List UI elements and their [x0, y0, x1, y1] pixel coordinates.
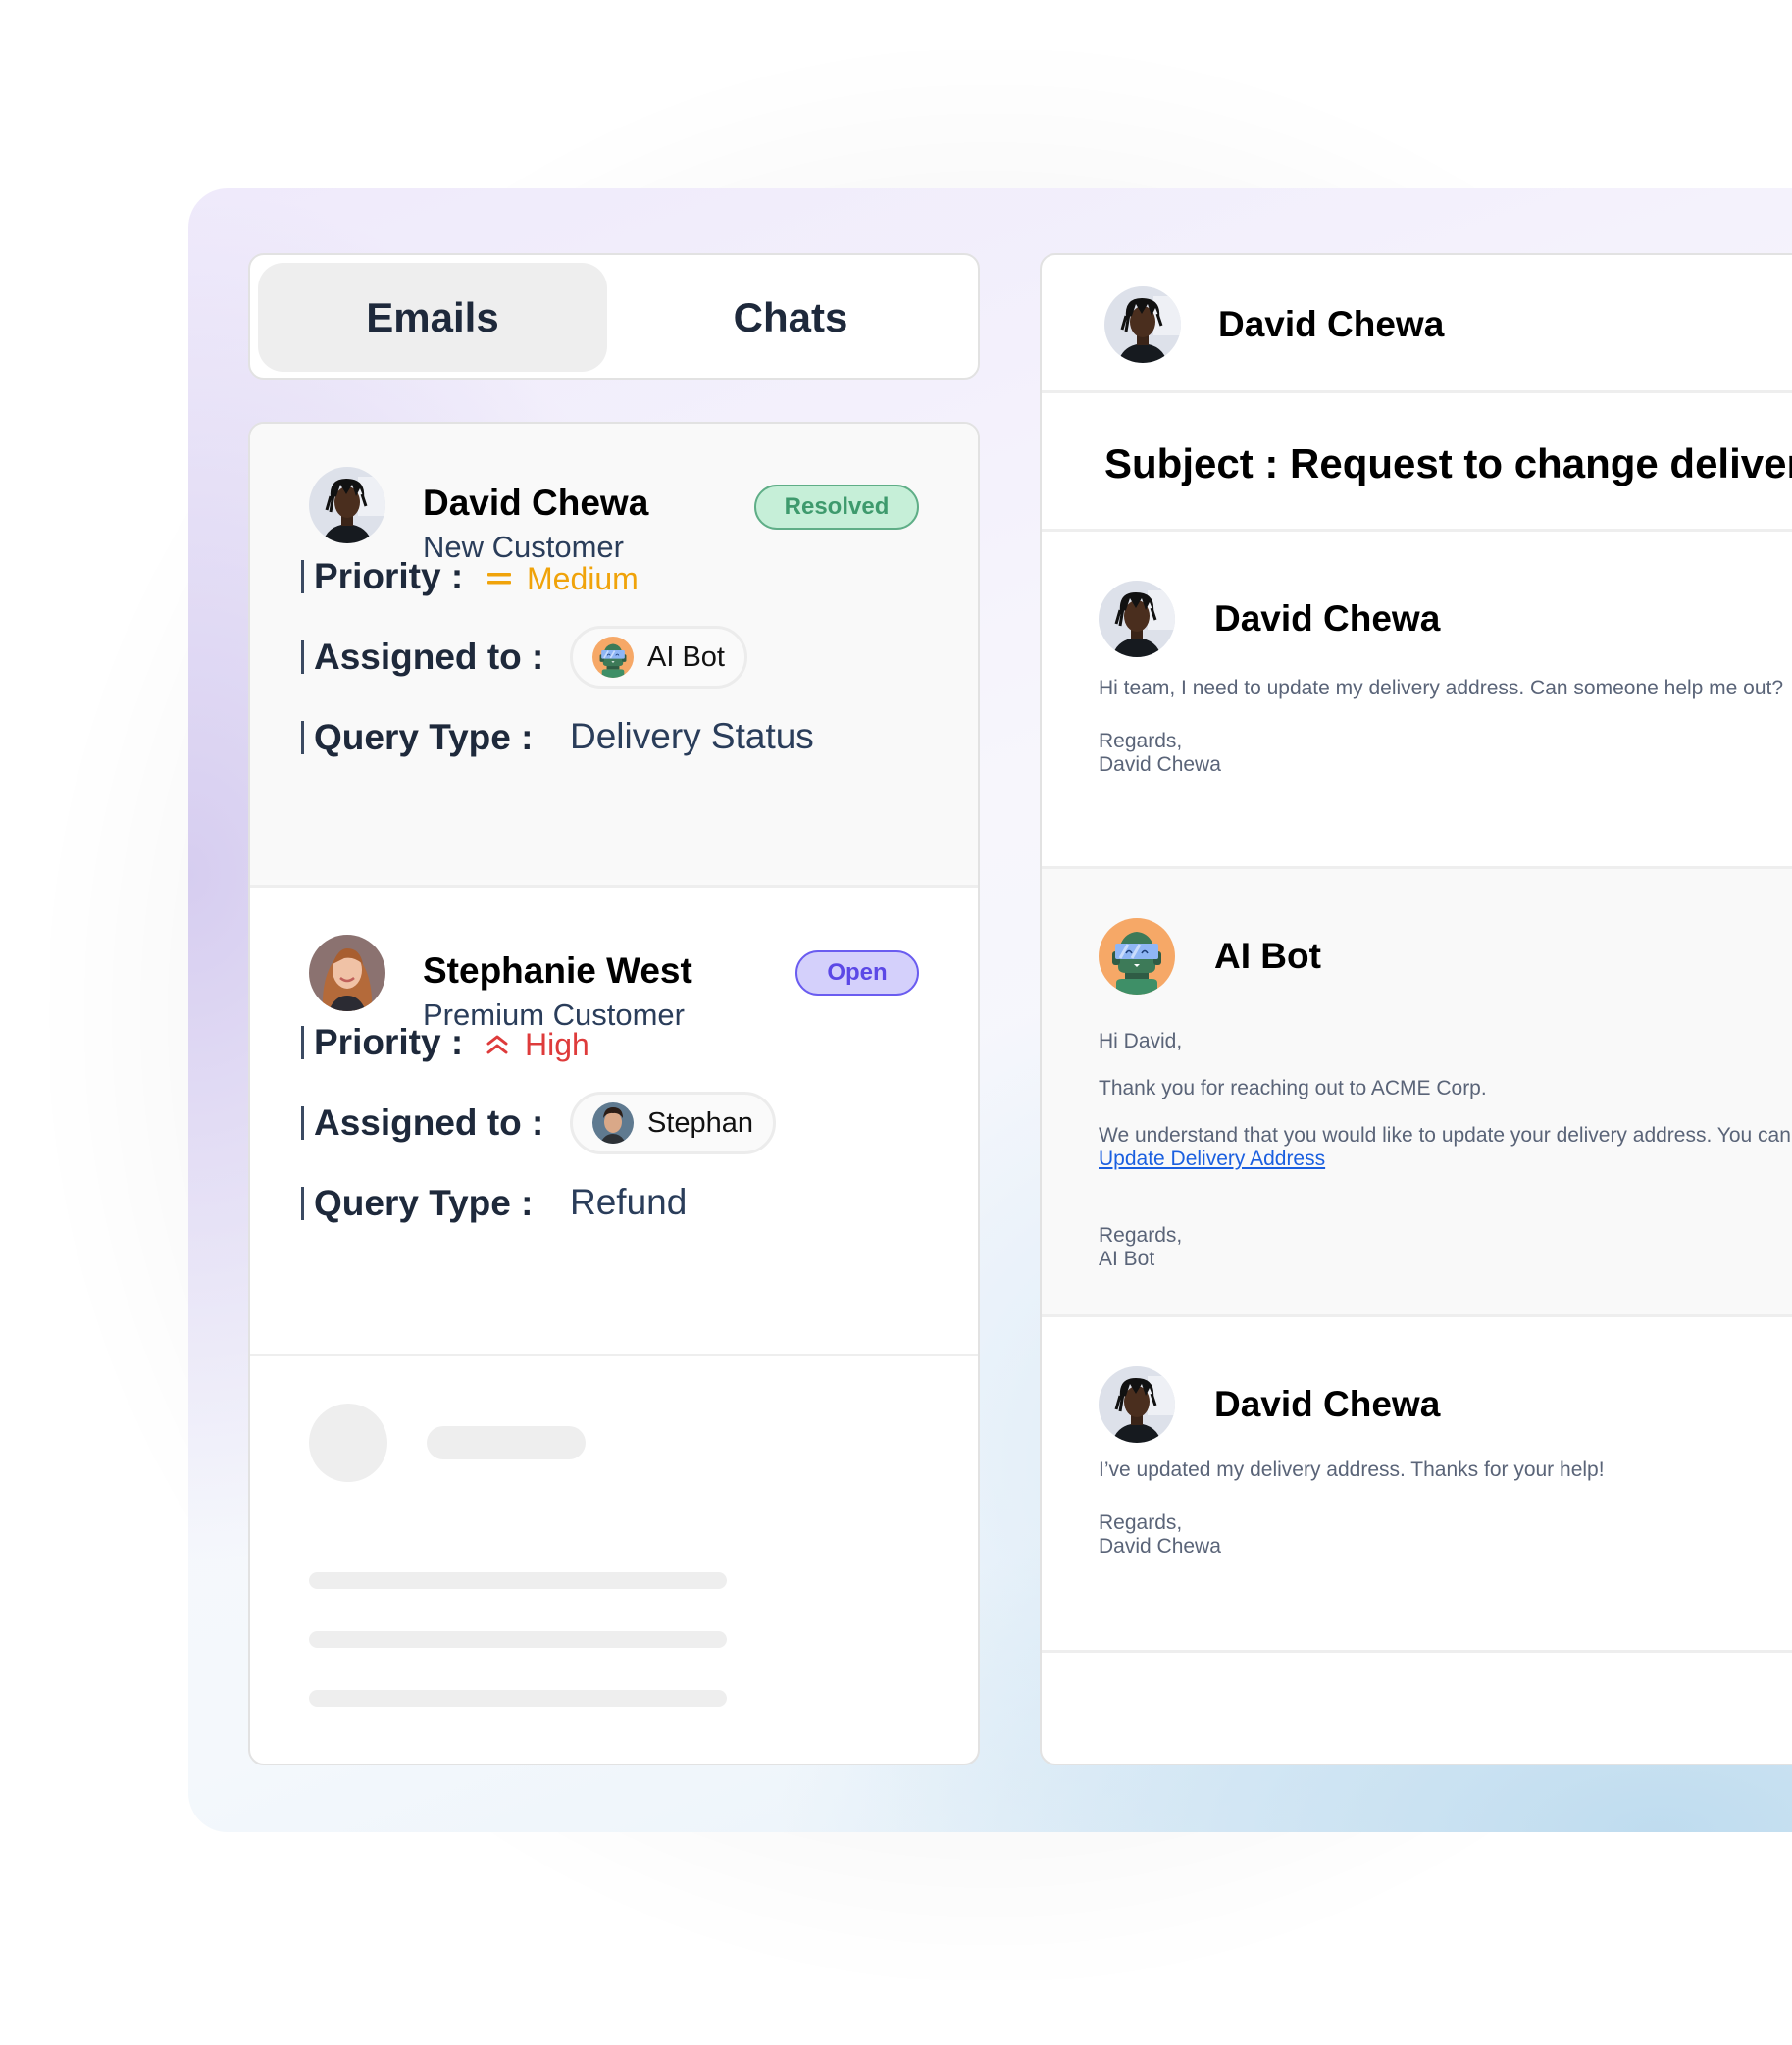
priority-field: Priority :	[301, 553, 463, 600]
query-type-label: Query Type :	[314, 717, 534, 757]
equals-icon	[487, 570, 511, 588]
bot-avatar	[592, 637, 634, 678]
skeleton-line	[309, 1631, 727, 1648]
query-type-value: Delivery Status	[570, 716, 814, 756]
sender-avatar	[1099, 581, 1175, 657]
customer-name: Stephanie West	[423, 950, 692, 991]
bot-avatar	[1099, 918, 1175, 995]
message-link-row: Update Delivery Address	[1099, 1148, 1325, 1171]
channel-tabs: Emails Chats	[248, 253, 980, 380]
assigned-label: Assigned to :	[314, 637, 544, 677]
tab-emails[interactable]: Emails	[258, 263, 607, 372]
assignee-avatar	[592, 1102, 634, 1144]
sender-name: David Chewa	[1214, 598, 1441, 639]
customer-name: David Chewa	[423, 483, 649, 523]
skeleton-avatar	[309, 1404, 387, 1482]
message-greeting: Hi David,	[1099, 1030, 1183, 1052]
email-thread-panel: David Chewa Subject : Request to change …	[1040, 253, 1792, 1765]
message-text: Hi team, I need to update my delivery ad…	[1099, 677, 1784, 699]
message-regards: Regards,	[1099, 730, 1183, 752]
thread-header: David Chewa	[1042, 255, 1792, 393]
assigned-field: Assigned to :	[301, 1099, 543, 1147]
priority-value: Medium	[487, 555, 639, 602]
skeleton-line	[309, 1690, 727, 1707]
tab-emails-label: Emails	[366, 293, 499, 340]
update-address-link[interactable]: Update Delivery Address	[1099, 1148, 1325, 1170]
message-text: We understand that you would like to upd…	[1099, 1124, 1792, 1147]
field-marker	[301, 721, 304, 754]
field-marker	[301, 1106, 304, 1140]
skeleton-title	[427, 1426, 586, 1459]
skeleton-line	[309, 1572, 727, 1589]
priority-text: Medium	[527, 560, 639, 596]
ticket-card[interactable]: Stephanie West Premium Customer Open Pri…	[250, 888, 978, 1356]
email-message: David Chewa I’ve updated my delivery add…	[1042, 1317, 1792, 1653]
assignee-chip[interactable]: AI Bot	[570, 626, 747, 689]
assignee-chip[interactable]: Stephan	[570, 1092, 777, 1154]
sender-name: AI Bot	[1214, 936, 1321, 976]
message-signature: David Chewa	[1099, 753, 1221, 776]
sender-avatar	[1099, 1366, 1175, 1443]
message-text: Thank you for reaching out to ACME Corp.	[1099, 1077, 1487, 1099]
email-message: AI Bot Hi David, Thank you for reaching …	[1042, 869, 1792, 1317]
email-message: David Chewa Hi team, I need to update my…	[1042, 532, 1792, 869]
tab-chats-label: Chats	[733, 293, 848, 340]
priority-text: High	[525, 1026, 589, 1062]
assigned-field: Assigned to :	[301, 634, 543, 681]
field-marker	[301, 560, 304, 593]
priority-label: Priority :	[314, 1022, 464, 1062]
priority-field: Priority :	[301, 1019, 463, 1066]
status-badge: Resolved	[754, 485, 919, 530]
assignee-name: Stephan	[647, 1106, 754, 1139]
email-subject: Subject : Request to change delivery add…	[1104, 440, 1792, 486]
priority-value: High	[486, 1021, 589, 1068]
assignee-name: AI Bot	[647, 640, 725, 673]
ticket-list: David Chewa New Customer Resolved Priori…	[248, 422, 980, 1765]
double-chevron-up-icon	[486, 1034, 509, 1055]
customer-avatar	[309, 935, 385, 1011]
query-type-field: Query Type :	[301, 714, 533, 761]
ticket-card[interactable]: David Chewa New Customer Resolved Priori…	[250, 424, 978, 888]
message-regards: Regards,	[1099, 1224, 1183, 1247]
contact-name: David Chewa	[1218, 304, 1445, 344]
customer-avatar	[309, 467, 385, 543]
field-marker	[301, 640, 304, 674]
message-signature: David Chewa	[1099, 1535, 1221, 1558]
subject-section: Subject : Request to change delivery add…	[1042, 393, 1792, 532]
priority-label: Priority :	[314, 556, 464, 596]
message-signature: AI Bot	[1099, 1248, 1155, 1270]
query-type-value: Refund	[570, 1182, 688, 1222]
tab-chats[interactable]: Chats	[611, 263, 970, 372]
message-text: I’ve updated my delivery address. Thanks…	[1099, 1458, 1605, 1481]
query-type-label: Query Type :	[314, 1183, 534, 1223]
status-badge: Open	[795, 950, 919, 996]
field-marker	[301, 1187, 304, 1220]
assigned-label: Assigned to :	[314, 1102, 544, 1143]
message-regards: Regards,	[1099, 1511, 1183, 1534]
sender-name: David Chewa	[1214, 1384, 1441, 1424]
contact-avatar	[1104, 286, 1181, 363]
query-type-field: Query Type :	[301, 1180, 533, 1227]
field-marker	[301, 1026, 304, 1059]
